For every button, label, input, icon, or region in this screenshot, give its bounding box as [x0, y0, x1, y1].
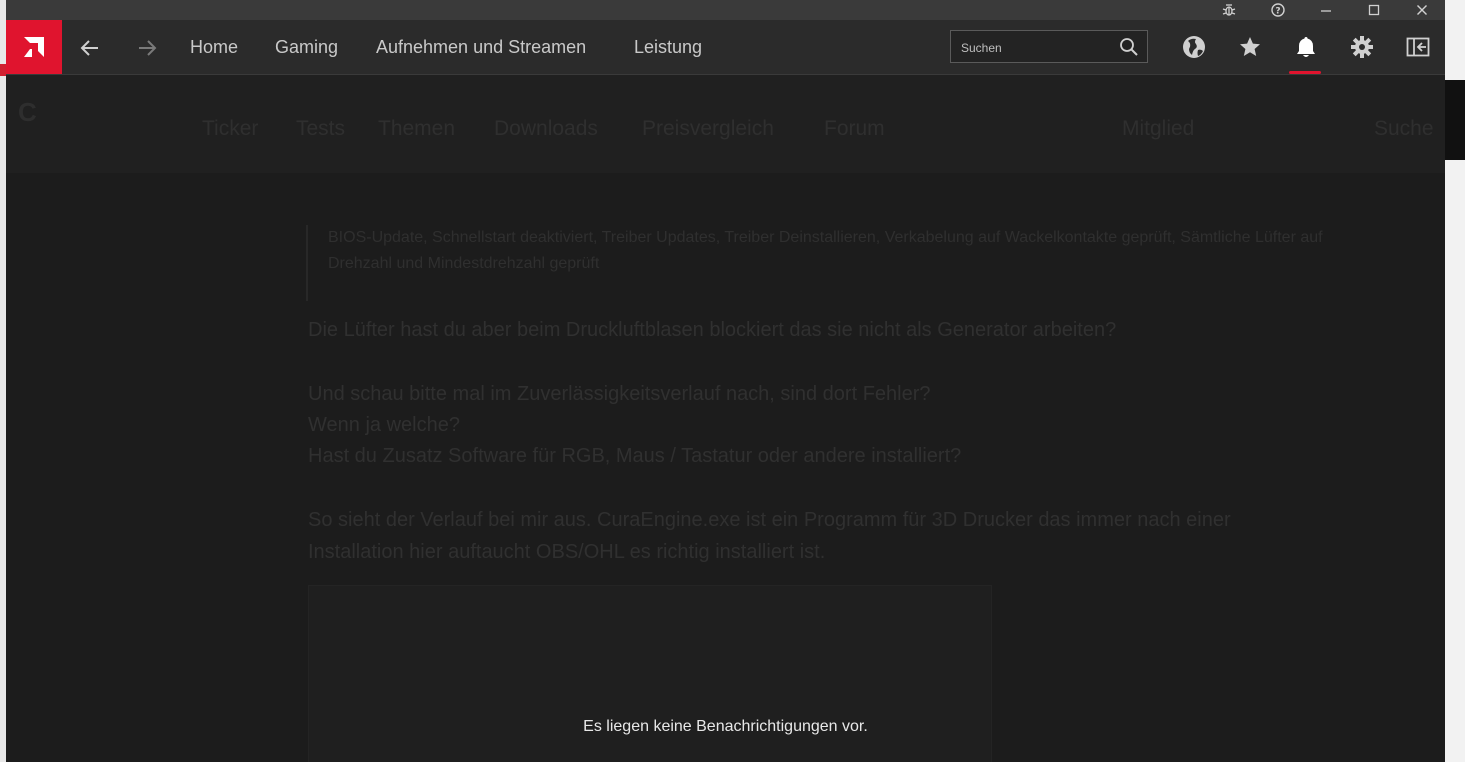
top-navigation-bar: Home Gaming Aufnehmen und Streamen Leist…: [6, 20, 1445, 75]
background-post-line: Und schau bitte mal im Zuverlässigkeitsv…: [308, 383, 931, 405]
background-post-line: Hast du Zusatz Software für RGB, Maus / …: [308, 445, 962, 467]
notifications-empty-message: Es liegen keine Benachrichtigungen vor.: [583, 718, 868, 735]
background-member-link: Mitglied: [1122, 117, 1195, 140]
background-post-line: Installation hier auftaucht OBS/OHL es r…: [308, 541, 826, 563]
background-nav-item: Themen: [378, 117, 456, 140]
background-site-logo: C: [18, 97, 37, 127]
notification-overlay: C Ticker Tests Themen Downloads Preisver…: [6, 75, 1445, 762]
amd-software-window: ? Home Gaming Aufnehmen und Streamen Lei…: [6, 0, 1445, 762]
title-bar: ?: [6, 0, 1445, 20]
background-site-header: C Ticker Tests Themen Downloads Preisver…: [6, 75, 1445, 173]
sidebar-toggle-icon[interactable]: [1404, 33, 1432, 61]
background-nav-item: Forum: [824, 117, 885, 140]
background-post-line: So sieht der Verlauf bei mir aus. CuraEn…: [308, 509, 1231, 531]
background-nav-item: Preisvergleich: [642, 117, 774, 140]
help-icon[interactable]: ?: [1261, 0, 1295, 20]
minimize-icon[interactable]: [1309, 0, 1343, 20]
screen: ? Home Gaming Aufnehmen und Streamen Lei…: [0, 0, 1465, 762]
arrow-left-icon[interactable]: [76, 34, 104, 62]
background-post-line: Wenn ja welche?: [308, 414, 460, 436]
search-input[interactable]: [959, 37, 1113, 59]
amd-logo-icon[interactable]: [6, 20, 62, 74]
bug-icon[interactable]: [1212, 0, 1246, 20]
tab-recording-streaming[interactable]: Aufnehmen und Streamen: [376, 37, 586, 58]
background-search-link: Suche: [1374, 117, 1434, 140]
active-indicator: [1289, 71, 1321, 74]
star-icon[interactable]: [1236, 33, 1264, 61]
search-box[interactable]: [950, 30, 1148, 63]
globe-icon[interactable]: [1180, 33, 1208, 61]
tab-home[interactable]: Home: [190, 37, 238, 58]
background-nav-item: Ticker: [202, 117, 259, 140]
tab-performance[interactable]: Leistung: [634, 37, 702, 58]
arrow-right-icon[interactable]: [133, 34, 161, 62]
background-quote: BIOS-Update, Schnellstart deaktiviert, T…: [306, 225, 1356, 301]
bell-icon[interactable]: [1292, 33, 1320, 61]
background-window-right: [1445, 0, 1465, 762]
background-dark-panel: [1445, 80, 1465, 160]
tab-gaming[interactable]: Gaming: [275, 37, 338, 58]
background-nav-item: Tests: [296, 117, 346, 140]
search-icon[interactable]: [1119, 37, 1139, 57]
maximize-icon[interactable]: [1357, 0, 1391, 20]
gear-icon[interactable]: [1348, 33, 1376, 61]
close-icon[interactable]: [1405, 0, 1439, 20]
background-post-line: Die Lüfter hast du aber beim Druckluftbl…: [308, 319, 1117, 341]
svg-text:?: ?: [1275, 7, 1280, 17]
background-nav-item: Downloads: [494, 117, 598, 140]
